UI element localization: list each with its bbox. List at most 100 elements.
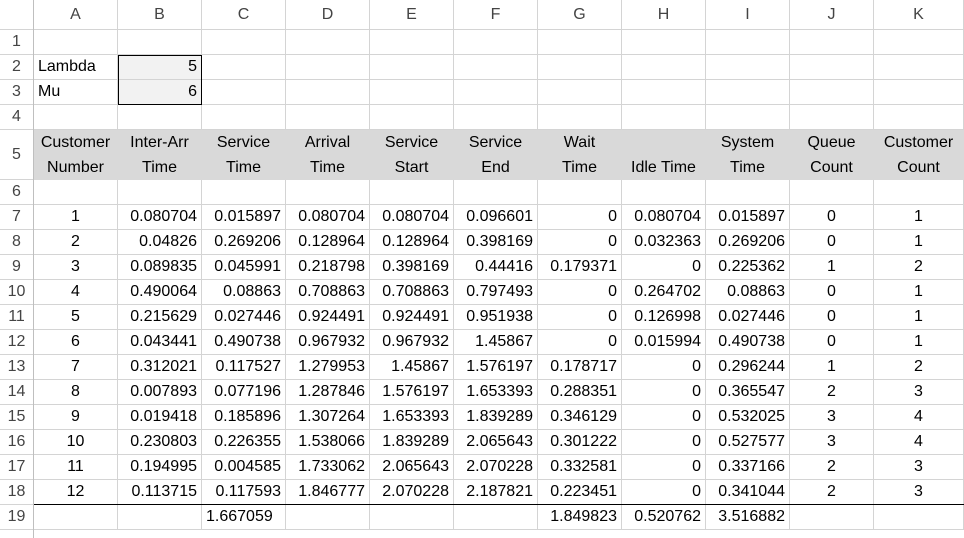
cell-F3[interactable] bbox=[454, 80, 538, 105]
cell-G7[interactable]: 0 bbox=[538, 205, 622, 230]
cell-J13[interactable]: 1 bbox=[790, 355, 874, 380]
cell-C6[interactable] bbox=[202, 180, 286, 205]
cell-B6[interactable] bbox=[118, 180, 202, 205]
cell-F18[interactable]: 2.187821 bbox=[454, 480, 538, 505]
cell-D3[interactable] bbox=[286, 80, 370, 105]
cell-E17[interactable]: 2.065643 bbox=[370, 455, 454, 480]
cell-E7[interactable]: 0.080704 bbox=[370, 205, 454, 230]
row-header-8[interactable]: 8 bbox=[0, 230, 34, 255]
cell-I16[interactable]: 0.527577 bbox=[706, 430, 790, 455]
cell-G15[interactable]: 0.346129 bbox=[538, 405, 622, 430]
cell-H16[interactable]: 0 bbox=[622, 430, 706, 455]
cell-H8[interactable]: 0.032363 bbox=[622, 230, 706, 255]
row-header-9[interactable]: 9 bbox=[0, 255, 34, 280]
cell-A9[interactable]: 3 bbox=[34, 255, 118, 280]
cell-H4[interactable] bbox=[622, 105, 706, 130]
cell-C3[interactable] bbox=[202, 80, 286, 105]
cell-B10[interactable]: 0.490064 bbox=[118, 280, 202, 305]
cell-G16[interactable]: 0.301222 bbox=[538, 430, 622, 455]
cell-G14[interactable]: 0.288351 bbox=[538, 380, 622, 405]
table-header-D[interactable]: Arrival Time bbox=[286, 130, 370, 180]
column-header-K[interactable]: K bbox=[874, 0, 964, 30]
cell-J17[interactable]: 2 bbox=[790, 455, 874, 480]
row-header-10[interactable]: 10 bbox=[0, 280, 34, 305]
cell-H18[interactable]: 0 bbox=[622, 480, 706, 505]
table-header-F[interactable]: Service End bbox=[454, 130, 538, 180]
cell-I6[interactable] bbox=[706, 180, 790, 205]
column-header-E[interactable]: E bbox=[370, 0, 454, 30]
cell-H1[interactable] bbox=[622, 30, 706, 55]
cell-H17[interactable]: 0 bbox=[622, 455, 706, 480]
cell-H2[interactable] bbox=[622, 55, 706, 80]
cell-H3[interactable] bbox=[622, 80, 706, 105]
cell-J16[interactable]: 3 bbox=[790, 430, 874, 455]
cell-G3[interactable] bbox=[538, 80, 622, 105]
cell-D13[interactable]: 1.279953 bbox=[286, 355, 370, 380]
column-header-B[interactable]: B bbox=[118, 0, 202, 30]
row-header-13[interactable]: 13 bbox=[0, 355, 34, 380]
cell-H19[interactable]: 0.520762 bbox=[622, 505, 706, 530]
cell-G11[interactable]: 0 bbox=[538, 305, 622, 330]
cell-J9[interactable]: 1 bbox=[790, 255, 874, 280]
cell-A14[interactable]: 8 bbox=[34, 380, 118, 405]
cell-C18[interactable]: 0.117593 bbox=[202, 480, 286, 505]
cell-F16[interactable]: 2.065643 bbox=[454, 430, 538, 455]
cell-J4[interactable] bbox=[790, 105, 874, 130]
cell-C9[interactable]: 0.045991 bbox=[202, 255, 286, 280]
cell-F15[interactable]: 1.839289 bbox=[454, 405, 538, 430]
cell-F2[interactable] bbox=[454, 55, 538, 80]
cell-A8[interactable]: 2 bbox=[34, 230, 118, 255]
cell-G10[interactable]: 0 bbox=[538, 280, 622, 305]
cell-G2[interactable] bbox=[538, 55, 622, 80]
cell-I19[interactable]: 3.516882 bbox=[706, 505, 790, 530]
table-header-G[interactable]: Wait Time bbox=[538, 130, 622, 180]
cell-E18[interactable]: 2.070228 bbox=[370, 480, 454, 505]
row-header-15[interactable]: 15 bbox=[0, 405, 34, 430]
cell-B16[interactable]: 0.230803 bbox=[118, 430, 202, 455]
cell-A4[interactable] bbox=[34, 105, 118, 130]
cell-C12[interactable]: 0.490738 bbox=[202, 330, 286, 355]
cell-C4[interactable] bbox=[202, 105, 286, 130]
cell-D4[interactable] bbox=[286, 105, 370, 130]
cell-C14[interactable]: 0.077196 bbox=[202, 380, 286, 405]
cell-J18[interactable]: 2 bbox=[790, 480, 874, 505]
column-header-D[interactable]: D bbox=[286, 0, 370, 30]
row-header-19[interactable]: 19 bbox=[0, 505, 34, 530]
cell-K8[interactable]: 1 bbox=[874, 230, 964, 255]
cell-A13[interactable]: 7 bbox=[34, 355, 118, 380]
row-header-17[interactable]: 17 bbox=[0, 455, 34, 480]
cell-I14[interactable]: 0.365547 bbox=[706, 380, 790, 405]
table-header-E[interactable]: Service Start bbox=[370, 130, 454, 180]
cell-H6[interactable] bbox=[622, 180, 706, 205]
cell-I15[interactable]: 0.532025 bbox=[706, 405, 790, 430]
cell-K16[interactable]: 4 bbox=[874, 430, 964, 455]
cell-B19[interactable] bbox=[118, 505, 202, 530]
cell-F9[interactable]: 0.44416 bbox=[454, 255, 538, 280]
column-header-J[interactable]: J bbox=[790, 0, 874, 30]
cell-E15[interactable]: 1.653393 bbox=[370, 405, 454, 430]
cell-C8[interactable]: 0.269206 bbox=[202, 230, 286, 255]
cell-B14[interactable]: 0.007893 bbox=[118, 380, 202, 405]
row-header-18[interactable]: 18 bbox=[0, 480, 34, 505]
cell-H10[interactable]: 0.264702 bbox=[622, 280, 706, 305]
table-header-K[interactable]: Customer Count bbox=[874, 130, 964, 180]
cell-E16[interactable]: 1.839289 bbox=[370, 430, 454, 455]
cell-K4[interactable] bbox=[874, 105, 964, 130]
cell-J12[interactable]: 0 bbox=[790, 330, 874, 355]
cell-E14[interactable]: 1.576197 bbox=[370, 380, 454, 405]
cell-G9[interactable]: 0.179371 bbox=[538, 255, 622, 280]
cell-E10[interactable]: 0.708863 bbox=[370, 280, 454, 305]
cell-A16[interactable]: 10 bbox=[34, 430, 118, 455]
cell-G8[interactable]: 0 bbox=[538, 230, 622, 255]
cell-F13[interactable]: 1.576197 bbox=[454, 355, 538, 380]
cell-I11[interactable]: 0.027446 bbox=[706, 305, 790, 330]
cell-B4[interactable] bbox=[118, 105, 202, 130]
cell-B7[interactable]: 0.080704 bbox=[118, 205, 202, 230]
row-header-7[interactable]: 7 bbox=[0, 205, 34, 230]
cell-D18[interactable]: 1.846777 bbox=[286, 480, 370, 505]
spreadsheet-grid[interactable]: A B C D E F G H I J K 1 2 3 4 5 6 7 8 9 10 11 12 13 14 15 16 17 18 19… bbox=[0, 0, 964, 538]
cell-E1[interactable] bbox=[370, 30, 454, 55]
cell-J2[interactable] bbox=[790, 55, 874, 80]
cell-E12[interactable]: 0.967932 bbox=[370, 330, 454, 355]
cell-J14[interactable]: 2 bbox=[790, 380, 874, 405]
